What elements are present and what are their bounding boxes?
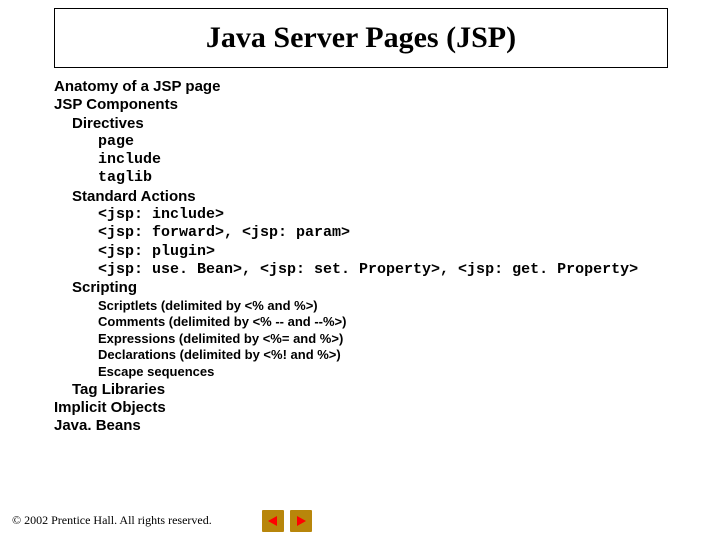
outline-item: taglib — [98, 169, 684, 187]
outline-item: Tag Libraries — [72, 381, 684, 399]
outline-item: Standard Actions — [72, 188, 684, 206]
title-box: Java Server Pages (JSP) — [54, 8, 668, 68]
outline-item: Implicit Objects — [54, 399, 684, 417]
outline: Anatomy of a JSP page JSP Components Dir… — [54, 78, 684, 436]
triangle-right-icon — [295, 515, 307, 527]
outline-item: Expressions (delimited by <%= and %>) — [98, 331, 684, 348]
triangle-left-icon — [267, 515, 279, 527]
outline-item: Anatomy of a JSP page — [54, 78, 684, 96]
next-button[interactable] — [290, 510, 312, 532]
outline-item: <jsp: use. Bean>, <jsp: set. Property>, … — [98, 261, 684, 279]
outline-item: Comments (delimited by <% -- and --%>) — [98, 314, 684, 331]
nav-buttons — [262, 510, 312, 532]
copyright-text: © 2002 Prentice Hall. All rights reserve… — [12, 513, 212, 528]
outline-item: JSP Components — [54, 96, 684, 114]
outline-item: <jsp: plugin> — [98, 243, 684, 261]
outline-item: <jsp: forward>, <jsp: param> — [98, 224, 684, 242]
outline-item: Scriptlets (delimited by <% and %>) — [98, 298, 684, 315]
slide-title: Java Server Pages (JSP) — [206, 21, 516, 55]
outline-item: page — [98, 133, 684, 151]
prev-button[interactable] — [262, 510, 284, 532]
outline-item: Escape sequences — [98, 364, 684, 381]
outline-item: Declarations (delimited by <%! and %>) — [98, 347, 684, 364]
outline-item: Java. Beans — [54, 417, 684, 435]
outline-item: <jsp: include> — [98, 206, 684, 224]
outline-item: Scripting — [72, 279, 684, 297]
outline-item: Directives — [72, 115, 684, 133]
outline-item: include — [98, 151, 684, 169]
